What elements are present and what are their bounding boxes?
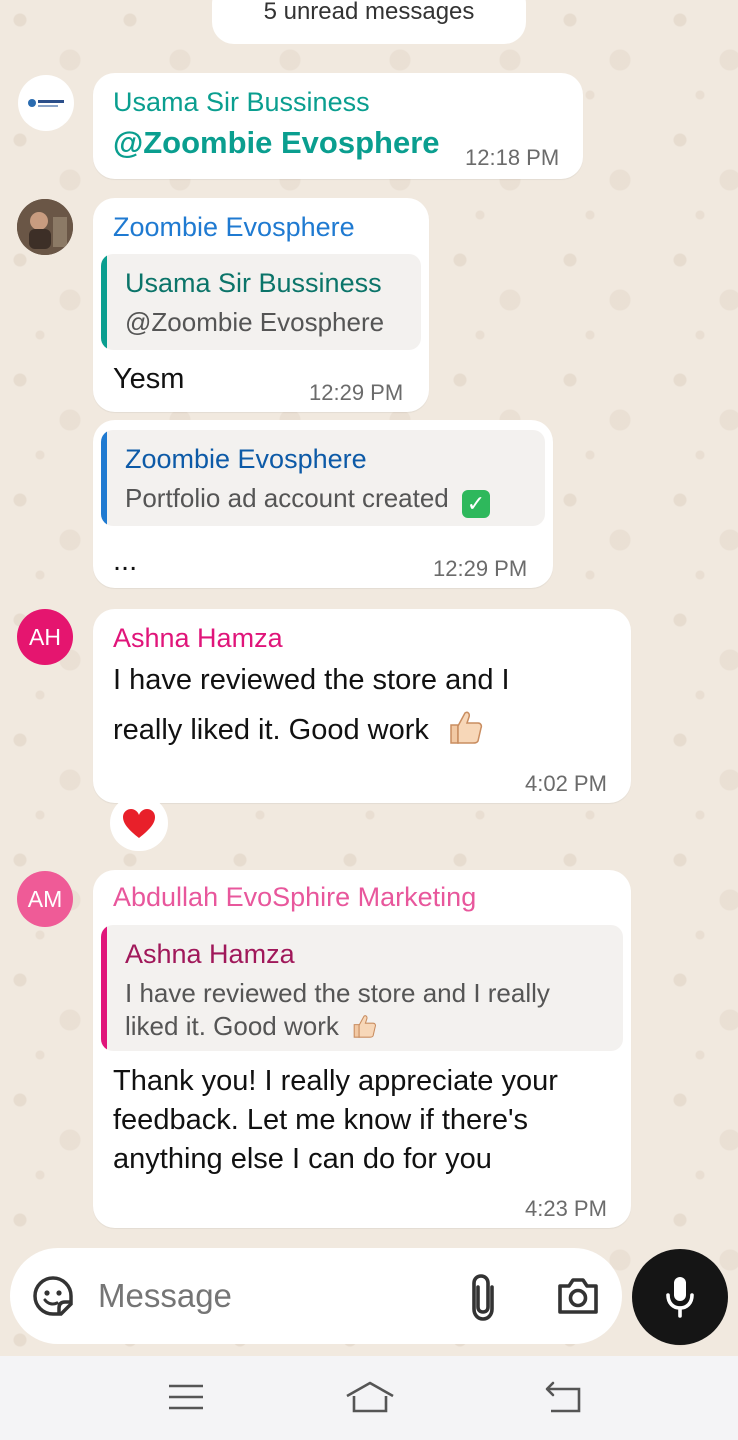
thumbs-up-icon <box>350 1012 378 1040</box>
message-bubble[interactable]: Zoombie Evosphere Usama Sir Bussiness @Z… <box>93 198 429 412</box>
message-text-content: really liked it. Good work <box>113 714 429 746</box>
avatar-zoombie[interactable] <box>17 199 73 255</box>
quote-sender: Usama Sir Bussiness <box>125 268 382 298</box>
message-text: Yesm <box>113 363 185 395</box>
message-bubble[interactable]: Zoombie Evosphere Portfolio ad account c… <box>93 420 553 588</box>
unread-messages-label: 5 unread messages <box>263 0 475 25</box>
message-bubble[interactable]: Abdullah EvoSphire Marketing Ashna Hamza… <box>93 870 631 1228</box>
message-input[interactable] <box>98 1270 438 1322</box>
quote-accent-bar <box>101 925 107 1051</box>
avatar-initials: AM <box>27 885 63 912</box>
message-text-line: I have reviewed the store and I <box>113 664 510 696</box>
message-text-line: anything else I can do for you <box>113 1143 492 1175</box>
unread-messages-banner: 5 unread messages <box>212 0 526 44</box>
message-bubble[interactable]: Ashna Hamza I have reviewed the store an… <box>93 609 631 803</box>
message-time: 4:23 PM <box>525 1196 607 1221</box>
system-navigation-bar <box>0 1356 738 1440</box>
home-icon[interactable] <box>344 1380 396 1414</box>
camera-icon[interactable] <box>556 1276 600 1316</box>
message-time: 12:18 PM <box>465 145 560 170</box>
quote-text-content: liked it. Good work <box>125 1011 339 1041</box>
quote-text: @Zoombie Evosphere <box>125 307 385 337</box>
recent-apps-icon[interactable] <box>167 1382 205 1412</box>
avatar-usama[interactable] <box>18 75 74 131</box>
message-time: 12:29 PM <box>309 380 404 405</box>
voice-message-button[interactable] <box>632 1249 728 1345</box>
sticker-icon[interactable] <box>32 1275 74 1317</box>
sender-name: Usama Sir Bussiness <box>113 87 370 117</box>
quote-sender: Zoombie Evosphere <box>125 444 367 474</box>
business-logo-icon <box>28 99 64 107</box>
message-composer <box>10 1248 622 1344</box>
avatar-abdullah[interactable]: AM <box>17 871 73 927</box>
quoted-message[interactable]: Zoombie Evosphere Portfolio ad account c… <box>101 430 545 526</box>
sender-name: Zoombie Evosphere <box>113 212 355 242</box>
message-text-line: feedback. Let me know if there's <box>113 1104 528 1136</box>
message-bubble[interactable]: Usama Sir Bussiness @Zoombie Evosphere 1… <box>93 73 583 179</box>
message-text-line: Thank you! I really appreciate your <box>113 1065 558 1097</box>
red-heart-icon <box>123 809 155 838</box>
back-icon[interactable] <box>543 1380 583 1414</box>
message-text: ... <box>113 545 138 577</box>
sender-name: Abdullah EvoSphire Marketing <box>113 882 477 912</box>
message-text: @Zoombie Evosphere <box>113 125 440 160</box>
quote-accent-bar <box>101 254 107 350</box>
message-time: 12:29 PM <box>433 556 528 581</box>
check-mark-button-icon: ✓ <box>462 490 490 518</box>
quote-text-line: liked it. Good work <box>125 1010 378 1043</box>
quote-sender: Ashna Hamza <box>125 939 295 969</box>
avatar-ashna[interactable]: AH <box>17 609 73 665</box>
thumbs-up-icon <box>445 707 485 747</box>
reaction-badge[interactable] <box>110 795 168 851</box>
quoted-message[interactable]: Ashna Hamza I have reviewed the store an… <box>101 925 623 1051</box>
message-time: 4:02 PM <box>525 771 607 796</box>
profile-photo-icon <box>17 199 73 255</box>
avatar-initials: AH <box>29 623 61 650</box>
quote-text-content: Portfolio ad account created <box>125 483 449 513</box>
quoted-message[interactable]: Usama Sir Bussiness @Zoombie Evosphere <box>101 254 421 350</box>
sender-name: Ashna Hamza <box>113 623 283 653</box>
microphone-icon <box>666 1277 694 1318</box>
quote-accent-bar <box>101 430 107 526</box>
message-text-line: really liked it. Good work <box>113 707 485 750</box>
quote-text: Portfolio ad account created ✓ <box>125 482 490 518</box>
paperclip-icon[interactable] <box>466 1273 502 1321</box>
quote-text-line: I have reviewed the store and I really <box>125 978 550 1008</box>
